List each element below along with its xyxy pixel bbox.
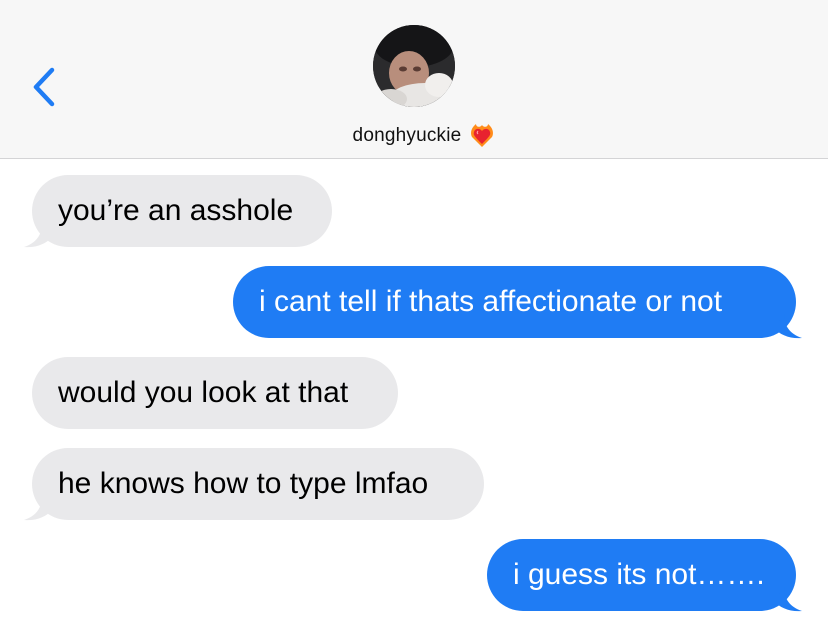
bubble-tail [24, 223, 52, 248]
messages-screen: donghyuckie you’re an asshole i cant tel… [0, 0, 828, 638]
message-thread: you’re an asshole i cant tell if thats a… [0, 159, 828, 638]
message-text: would you look at that [58, 376, 349, 409]
message-bubble-received[interactable]: you’re an asshole [32, 175, 332, 247]
avatar[interactable] [373, 25, 455, 107]
bubble-tail [24, 496, 52, 521]
contact-name-row[interactable]: donghyuckie [0, 118, 828, 154]
message-text: he knows how to type lmfao [58, 467, 429, 500]
message-text: you’re an asshole [58, 194, 294, 227]
contact-name: donghyuckie [352, 125, 462, 146]
message-bubble-sent[interactable]: i guess its not……. [487, 539, 796, 611]
message-text: i guess its not……. [513, 558, 765, 591]
heart-on-fire-icon [471, 124, 494, 147]
bubble-tail [774, 587, 802, 612]
bubble-tail [774, 314, 802, 339]
avatar-photo [373, 25, 455, 107]
back-button[interactable] [26, 62, 70, 112]
chevron-left-icon [33, 67, 55, 107]
message-bubble-received[interactable]: he knows how to type lmfao [32, 448, 484, 520]
message-bubble-sent[interactable]: i cant tell if thats affectionate or not [233, 266, 796, 338]
message-text: i cant tell if thats affectionate or not [259, 285, 723, 318]
message-bubble-received[interactable]: would you look at that [32, 357, 398, 429]
conversation-header: donghyuckie [0, 0, 828, 159]
